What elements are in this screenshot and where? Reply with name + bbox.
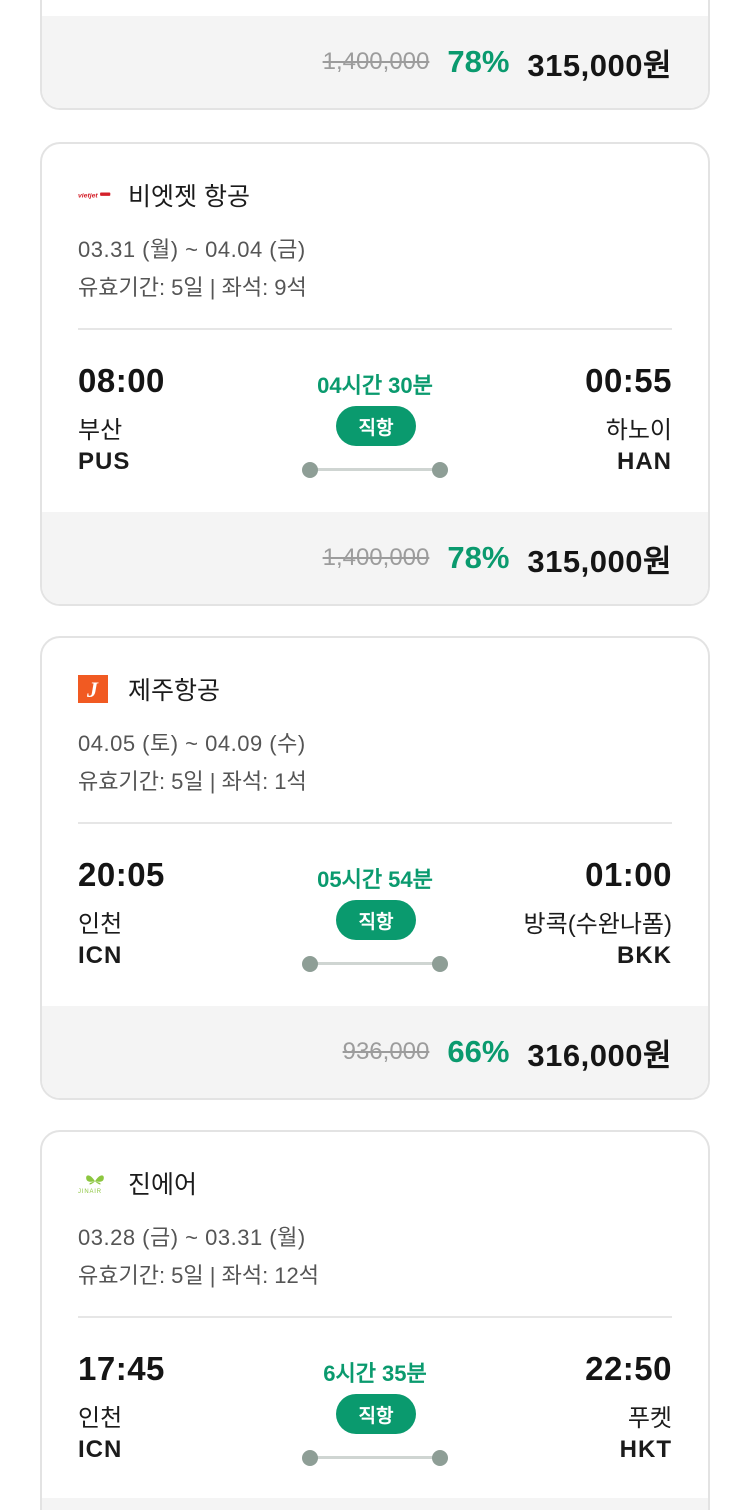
validity-seats: 유효기간: 5일 | 좌석: 9석	[78, 275, 307, 300]
original-price: 936,000	[342, 1038, 430, 1065]
svg-text:JINAIR: JINAIR	[78, 1189, 102, 1195]
svg-text:vietjet: vietjet	[78, 193, 98, 200]
direct-badge: 직항	[336, 406, 416, 446]
arrival-code: BKK	[617, 942, 672, 969]
discount-rate: 78%	[447, 44, 510, 79]
departure-code: PUS	[78, 448, 131, 475]
validity-seats: 유효기간: 5일 | 좌석: 1석	[78, 769, 307, 794]
arrival-city: 방콕(수완나폼)	[523, 911, 672, 938]
divider	[78, 822, 672, 824]
airline-row: J 제주항공	[78, 674, 221, 705]
price-bar	[42, 1498, 708, 1510]
route-start-dot	[302, 956, 318, 972]
original-price: 1,400,000	[322, 544, 430, 571]
route-line	[310, 468, 440, 471]
airline-row: vietjet 비엣젯 항공	[78, 180, 250, 211]
route-end-dot	[432, 462, 448, 478]
departure-city: 부산	[78, 417, 123, 444]
direct-badge: 직항	[336, 900, 416, 940]
divider	[78, 1316, 672, 1318]
flight-card-vietjet[interactable]: vietjet 비엣젯 항공 03.31 (월) ~ 04.04 (금) 유효기…	[40, 142, 710, 606]
travel-dates: 04.05 (토) ~ 04.09 (수)	[78, 731, 306, 756]
airline-name: 제주항공	[128, 677, 221, 705]
final-price: 316,000원	[527, 1037, 672, 1073]
travel-dates: 03.31 (월) ~ 04.04 (금)	[78, 237, 306, 262]
route-start-dot	[302, 1450, 318, 1466]
departure-city: 인천	[78, 1405, 123, 1432]
validity-seats: 유효기간: 5일 | 좌석: 12석	[78, 1263, 320, 1288]
discount-rate: 78%	[447, 540, 510, 575]
route-line	[310, 962, 440, 965]
flight-card-jinair[interactable]: JINAIR 진에어 03.28 (금) ~ 03.31 (월) 유효기간: 5…	[40, 1130, 710, 1510]
arrival-time: 22:50	[585, 1350, 672, 1387]
final-price: 315,000원	[527, 47, 672, 83]
departure-code: ICN	[78, 942, 123, 969]
flight-card-jejuair[interactable]: J 제주항공 04.05 (토) ~ 04.09 (수) 유효기간: 5일 | …	[40, 636, 710, 1100]
departure-code: ICN	[78, 1436, 123, 1463]
airline-name: 진에어	[128, 1171, 198, 1199]
divider	[78, 328, 672, 330]
airline-name: 비엣젯 항공	[128, 183, 250, 211]
route-line	[310, 1456, 440, 1459]
jejuair-logo-icon: J	[78, 674, 112, 704]
original-price: 1,400,000	[322, 48, 430, 75]
arrival-time: 01:00	[585, 856, 672, 893]
arrival-city: 하노이	[605, 417, 672, 444]
arrival-code: HKT	[619, 1436, 672, 1463]
arrival-city: 푸켓	[627, 1405, 672, 1432]
direct-badge: 직항	[336, 1394, 416, 1434]
svg-text:J: J	[86, 677, 99, 702]
departure-city: 인천	[78, 911, 123, 938]
arrival-code: HAN	[617, 448, 672, 475]
final-price: 315,000원	[527, 543, 672, 579]
travel-dates: 03.28 (금) ~ 03.31 (월)	[78, 1225, 306, 1250]
jinair-logo-icon: JINAIR	[78, 1168, 112, 1198]
airline-row: JINAIR 진에어	[78, 1168, 198, 1199]
arrival-time: 00:55	[585, 362, 672, 399]
route-end-dot	[432, 956, 448, 972]
route-start-dot	[302, 462, 318, 478]
price-bar: 936,000 66% 316,000원	[42, 1006, 708, 1098]
vietjet-logo-icon: vietjet	[78, 180, 112, 210]
price-bar: 1,400,000 78% 315,000원	[42, 512, 708, 604]
route-end-dot	[432, 1450, 448, 1466]
price-bar: 1,400,000 78% 315,000원	[42, 16, 708, 108]
flight-card-partial[interactable]: 1,400,000 78% 315,000원	[40, 0, 710, 110]
discount-rate: 66%	[447, 1034, 510, 1069]
